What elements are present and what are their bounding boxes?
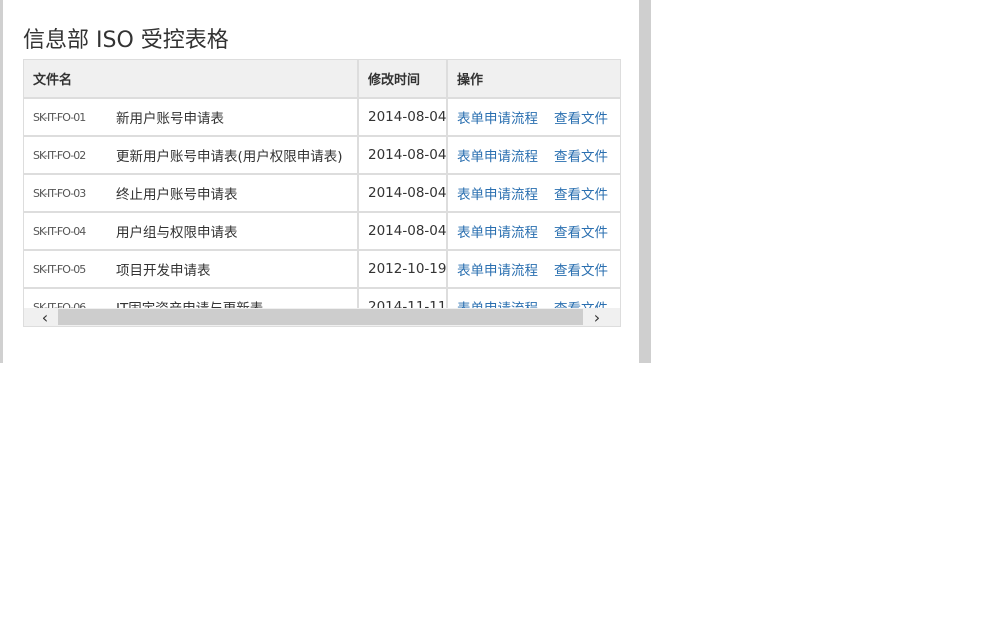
modified-date: 2014-08-04 [359,175,448,211]
modified-date: 2014-08-04 [359,213,448,249]
modified-date: 2012-10-19 [359,251,448,287]
table-row: SK-IT-FO-03 终止用户账号申请表 2014-08-04 表单申请流程 查看… [24,175,620,213]
horizontal-scrollbar[interactable]: ‹ › [24,308,620,326]
form-process-link[interactable]: 表单申请流程 [457,259,538,279]
modified-date: 2014-08-04 [359,99,448,135]
scroll-left-icon[interactable]: ‹ [36,308,54,327]
file-code: SK-IT-FO-02 [33,148,86,162]
table-row: SK-IT-FO-04 用户组与权限申请表 2014-08-04 表单申请流程 查看… [24,213,620,251]
file-name: 新用户账号申请表 [116,111,224,127]
file-name: 更新用户账号申请表(用户权限申请表) [116,149,343,165]
table-row: SK-IT-FO-02 更新用户账号申请表(用户权限申请表) 2014-08-04… [24,137,620,175]
file-code: SK-IT-FO-03 [33,186,86,200]
scroll-right-icon[interactable]: › [588,308,606,327]
view-file-link[interactable]: 查看文件 [554,107,608,127]
table-row: SK-IT-FO-01 新用户账号申请表 2014-08-04 表单申请流程 查看文… [24,99,620,137]
file-name: 项目开发申请表 [116,263,211,279]
file-code: SK-IT-FO-04 [33,224,86,238]
form-process-link[interactable]: 表单申请流程 [457,221,538,241]
view-file-link[interactable]: 查看文件 [554,145,608,165]
view-file-link[interactable]: 查看文件 [554,183,608,203]
view-file-link[interactable]: 查看文件 [554,259,608,279]
form-process-link[interactable]: 表单申请流程 [457,183,538,203]
form-process-link[interactable]: 表单申请流程 [457,107,538,127]
column-header-actions: 操作 [457,73,484,88]
file-name: 终止用户账号申请表 [116,187,238,203]
content-panel: 信息部 ISO 受控表格 文件名 修改时间 操作 SK-IT-FO-01 新用户账… [3,0,639,363]
scrollbar-thumb[interactable] [58,309,583,325]
file-code: SK-IT-FO-05 [33,262,86,276]
table-row: SK-IT-FO-05 项目开发申请表 2012-10-19 表单申请流程 查看文件 [24,251,620,289]
file-name: 用户组与权限申请表 [116,225,238,241]
iso-forms-table: 文件名 修改时间 操作 SK-IT-FO-01 新用户账号申请表 2014-08-… [23,59,621,327]
modified-date: 2014-08-04 [359,137,448,173]
form-process-link[interactable]: 表单申请流程 [457,145,538,165]
vertical-scrollbar[interactable] [639,0,651,363]
page-title: 信息部 ISO 受控表格 [23,28,229,53]
table-header: 文件名 修改时间 操作 [24,60,620,99]
view-file-link[interactable]: 查看文件 [554,221,608,241]
column-header-filename: 文件名 [24,60,359,97]
column-header-modified: 修改时间 [359,60,448,97]
file-code: SK-IT-FO-01 [33,110,86,124]
